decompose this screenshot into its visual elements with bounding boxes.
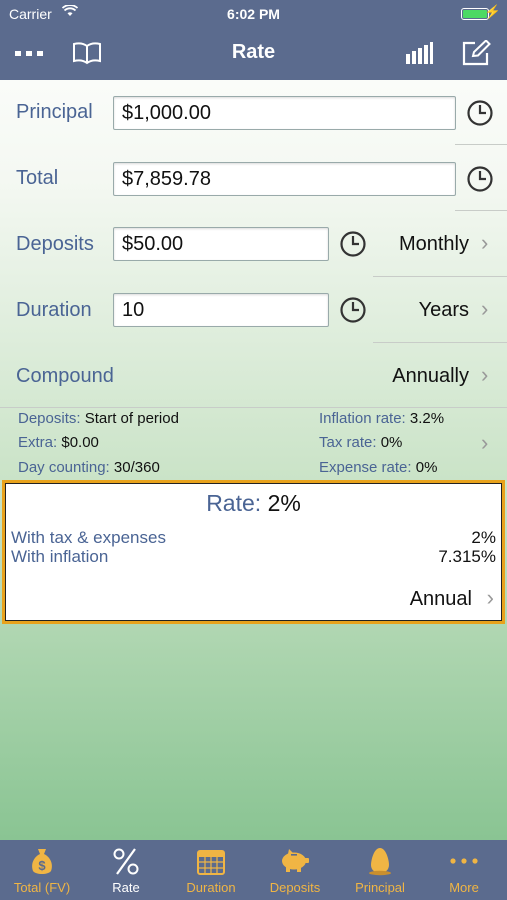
- status-bar: Carrier 6:02 PM ⚡: [0, 0, 507, 28]
- tab-label: Duration: [186, 880, 236, 895]
- tab-label: Total (FV): [13, 880, 71, 895]
- divider: [0, 407, 507, 408]
- more-dots-icon: [450, 858, 478, 864]
- info-tax-label: Tax rate:: [319, 434, 377, 451]
- duration-label: Duration: [16, 299, 92, 321]
- result-tax-label: With tax & expenses: [11, 528, 166, 547]
- principal-input[interactable]: $1,000.00: [113, 96, 456, 130]
- money-bag-icon: $: [32, 849, 52, 874]
- chevron-right-icon[interactable]: ›: [481, 296, 488, 322]
- divider: [373, 342, 507, 343]
- result-title-value: 2%: [267, 490, 301, 516]
- divider: [373, 276, 507, 277]
- info-inflation-label: Inflation rate:: [319, 410, 406, 427]
- info-inflation-value: 3.2%: [409, 410, 445, 427]
- chevron-right-icon[interactable]: ›: [481, 362, 488, 388]
- info-day-counting: Day counting: 30/360: [18, 459, 160, 476]
- calendar-icon: [197, 850, 225, 875]
- tab-total-fv[interactable]: $ Total (FV): [0, 840, 84, 900]
- tab-label: Rate: [112, 880, 140, 895]
- clock-time: 6:02 PM: [227, 6, 280, 22]
- info-expense: Expense rate: 0%: [319, 459, 437, 476]
- deposits-input[interactable]: $50.00: [113, 227, 329, 261]
- clock-icon[interactable]: [339, 296, 367, 324]
- info-deposits: Deposits: Start of period: [18, 410, 179, 427]
- compose-icon[interactable]: [461, 40, 491, 66]
- tab-bar: $ Total (FV) Rate Duration Deposits Prin…: [0, 840, 507, 900]
- info-extra-label: Extra:: [18, 434, 58, 451]
- info-tax-value: 0%: [380, 434, 403, 451]
- clock-icon[interactable]: [466, 99, 494, 127]
- tab-label: Deposits: [269, 880, 321, 895]
- chevron-right-icon[interactable]: ›: [481, 430, 488, 456]
- info-expense-value: 0%: [415, 459, 438, 476]
- info-extra-value: $0.00: [61, 434, 99, 451]
- info-expense-label: Expense rate:: [319, 459, 412, 476]
- result-tax-value: 2%: [471, 528, 496, 547]
- svg-text:$: $: [38, 858, 46, 873]
- tab-label: More: [449, 880, 479, 895]
- result-panel: Rate: 2% With tax & expenses 2% With inf…: [2, 480, 505, 624]
- clock-icon[interactable]: [466, 165, 494, 193]
- info-deposits-label: Deposits:: [18, 410, 81, 427]
- duration-unit-select[interactable]: Years: [370, 299, 469, 322]
- info-day-label: Day counting:: [18, 459, 110, 476]
- result-title: Rate: 2%: [5, 490, 502, 517]
- tab-more[interactable]: More: [422, 840, 506, 900]
- info-deposits-value: Start of period: [84, 410, 179, 427]
- divider: [455, 144, 507, 145]
- egg-icon: [369, 848, 391, 876]
- chevron-right-icon[interactable]: ›: [487, 585, 494, 611]
- compound-select[interactable]: Annually: [330, 365, 469, 388]
- duration-input[interactable]: 10: [113, 293, 329, 327]
- info-tax: Tax rate: 0%: [319, 434, 402, 451]
- tab-deposits[interactable]: Deposits: [253, 840, 337, 900]
- clock-icon[interactable]: [339, 230, 367, 258]
- chevron-right-icon[interactable]: ›: [481, 230, 488, 256]
- result-title-label: Rate:: [206, 490, 262, 516]
- result-inflation-value: 7.315%: [438, 547, 496, 566]
- principal-label: Principal: [16, 101, 93, 123]
- tab-label: Principal: [355, 880, 405, 895]
- info-extra: Extra: $0.00: [18, 434, 99, 451]
- tab-principal[interactable]: Principal: [338, 840, 422, 900]
- percent-icon: [113, 848, 139, 875]
- bar-chart-icon[interactable]: [404, 40, 434, 66]
- nav-bar: Rate: [0, 28, 507, 80]
- tab-duration[interactable]: Duration: [169, 840, 253, 900]
- tab-rate[interactable]: Rate: [84, 840, 168, 900]
- result-period-select[interactable]: Annual: [410, 588, 472, 611]
- piggy-bank-icon: [282, 849, 309, 872]
- top-bar: Carrier 6:02 PM ⚡ Rate: [0, 0, 507, 80]
- result-inflation-label: With inflation: [11, 547, 109, 566]
- compound-label: Compound: [16, 365, 114, 387]
- deposits-label: Deposits: [16, 233, 94, 255]
- total-input[interactable]: $7,859.78: [113, 162, 456, 196]
- info-inflation: Inflation rate: 3.2%: [319, 410, 444, 427]
- charging-icon: ⚡: [484, 4, 501, 19]
- total-label: Total: [16, 167, 59, 189]
- deposit-frequency-select[interactable]: Monthly: [370, 233, 469, 256]
- info-day-value: 30/360: [113, 459, 160, 476]
- divider: [455, 210, 507, 211]
